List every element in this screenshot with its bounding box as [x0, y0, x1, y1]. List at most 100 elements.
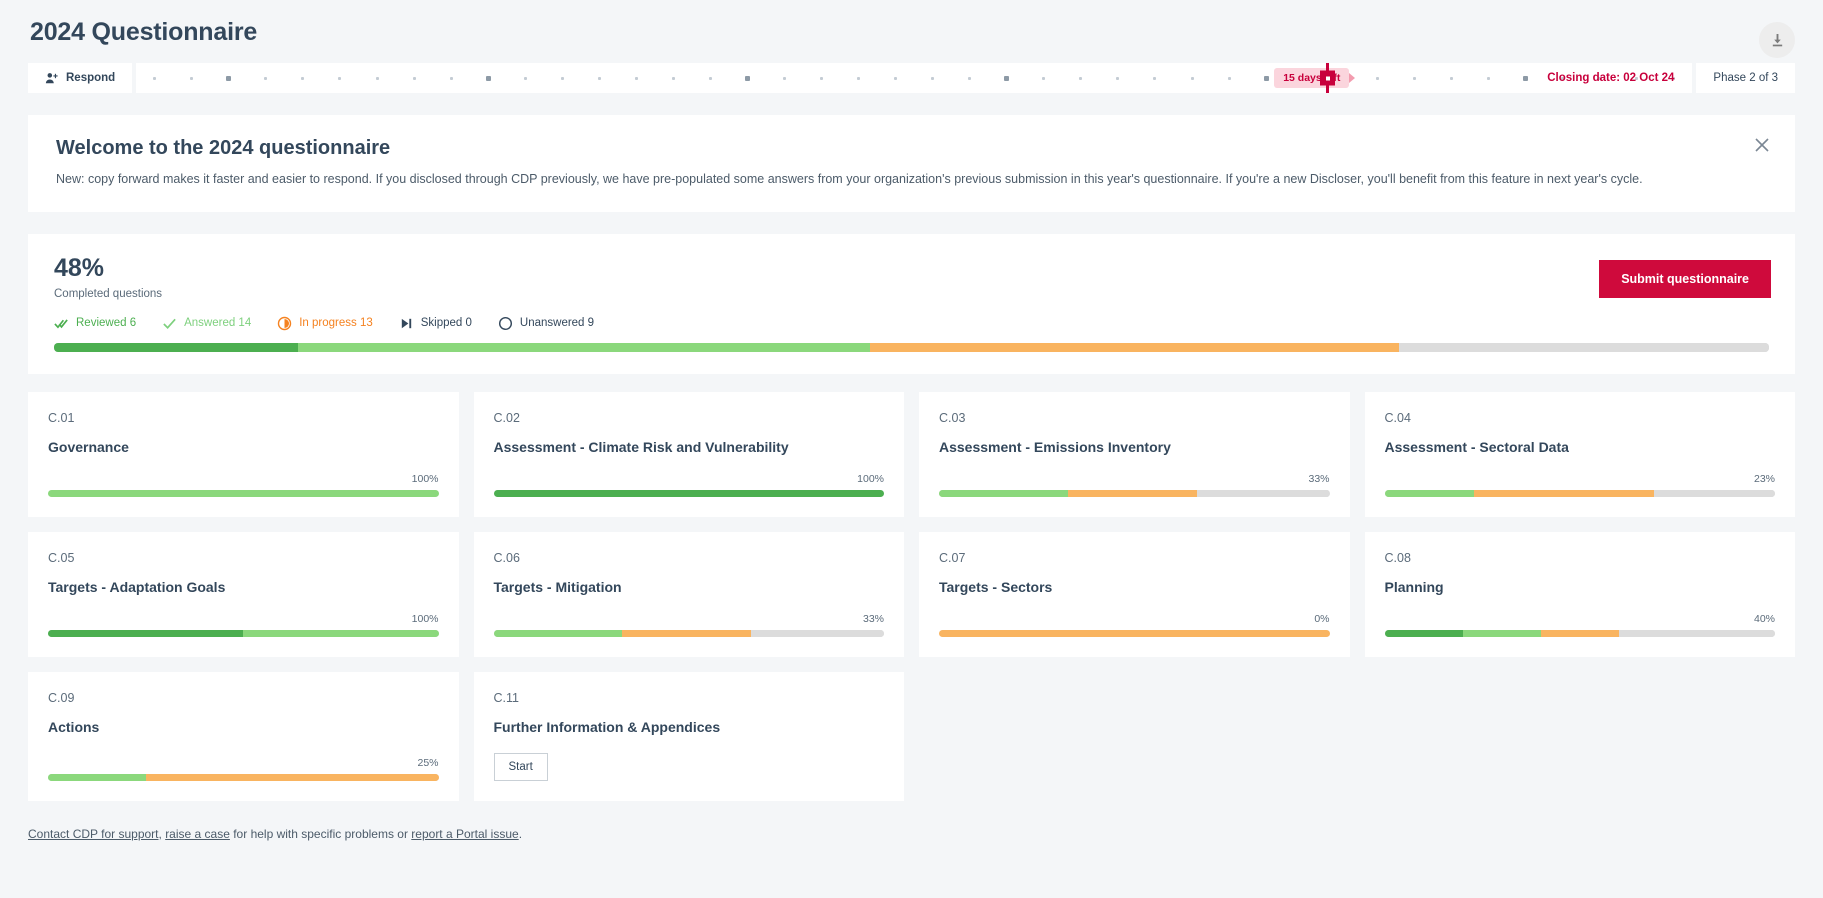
timeline-tick [1211, 76, 1248, 80]
timeline-milestone-icon [744, 75, 750, 81]
timeline-dot-icon [894, 76, 898, 80]
timeline-track[interactable]: 15 days left Closing date: 02 Oct 24 [136, 63, 1693, 93]
legend-item: Reviewed 6 [54, 316, 136, 331]
module-progress-segment [1474, 489, 1654, 497]
module-code: C.11 [493, 690, 519, 705]
module-progress-bar [48, 773, 439, 781]
legend-item: Answered 14 [162, 316, 251, 331]
module-title: Planning [1384, 578, 1444, 595]
legend-item: In progress 13 [277, 316, 373, 331]
timeline-dot-icon [153, 76, 157, 80]
respond-label: Respond [66, 72, 116, 84]
phase-label: Phase 2 of 3 [1713, 72, 1778, 84]
status-legend: Reviewed 6 Answered 14 In progress 13 Skipp… [54, 316, 1771, 331]
timeline-tick [321, 76, 358, 80]
module-progress-bar [493, 489, 884, 497]
timeline-tick [1396, 76, 1433, 80]
module-card-c05[interactable]: C.05 Targets - Adaptation Goals 100% [28, 531, 459, 657]
timeline-dot-icon [1449, 76, 1453, 80]
module-card-c02[interactable]: C.02 Assessment - Climate Risk and Vulner… [473, 391, 904, 517]
module-code: C.09 [48, 690, 75, 705]
module-card-c04[interactable]: C.04 Assessment - Sectoral Data 23% [1364, 391, 1795, 517]
start-button[interactable]: Start [493, 752, 548, 781]
submit-questionnaire-button[interactable]: Submit questionnaire [1599, 259, 1771, 298]
module-progress-segment [939, 489, 1068, 497]
legend-item-label: Skipped 0 [420, 317, 472, 330]
timeline-dot-icon [968, 76, 972, 80]
module-percent: 100% [411, 472, 439, 485]
module-card-c09[interactable]: C.09 Actions 25% [28, 671, 459, 801]
timeline-tick [1136, 76, 1173, 80]
respond-button[interactable]: Respond [28, 63, 133, 93]
legend-item-label: Reviewed 6 [76, 317, 137, 330]
timeline-tick [1099, 76, 1136, 80]
welcome-banner: Welcome to the 2024 questionnaire New: c… [28, 115, 1795, 212]
timeline-dot-icon [1486, 76, 1490, 80]
module-card-c08[interactable]: C.08 Planning 40% [1364, 531, 1795, 657]
timeline-tick [877, 76, 914, 80]
module-code: C.07 [939, 550, 966, 565]
legend-item: Unanswered 9 [498, 316, 594, 331]
module-card-c01[interactable]: C.01 Governance 100% [28, 391, 459, 517]
module-progress-segment [48, 629, 244, 637]
clock-icon [277, 316, 292, 331]
timeline-tick [470, 75, 507, 81]
module-card-c03[interactable]: C.03 Assessment - Emissions Inventory 33% [919, 391, 1350, 517]
report-portal-issue-link[interactable]: report a Portal issue [411, 827, 518, 841]
module-progress-segment [493, 629, 623, 637]
timeline-dot-icon [820, 76, 824, 80]
module-code: C.02 [493, 410, 520, 425]
module-card-c06[interactable]: C.06 Targets - Mitigation 33% [473, 531, 904, 657]
module-percent: 33% [862, 612, 884, 625]
module-title: Assessment - Emissions Inventory [939, 438, 1171, 455]
raise-a-case-link[interactable]: raise a case [165, 827, 230, 841]
module-progress-segment [1618, 629, 1775, 637]
legend-item-label: Unanswered 9 [519, 317, 595, 330]
timeline-dot-icon [634, 76, 638, 80]
timeline-tick [803, 76, 840, 80]
module-progress-bar [939, 489, 1330, 497]
module-progress-segment [1196, 489, 1330, 497]
timeline-tick [1507, 75, 1544, 81]
timeline-tick [840, 76, 877, 80]
timeline-tick [210, 75, 247, 81]
module-title: Assessment - Sectoral Data [1384, 438, 1569, 455]
module-card-c07[interactable]: C.07 Targets - Sectors 0% [919, 531, 1350, 657]
download-icon [1772, 33, 1782, 46]
progress-segment [870, 342, 1399, 352]
page-title: 2024 Questionnaire [30, 18, 258, 46]
module-code: C.04 [1384, 410, 1411, 425]
timeline-dot-icon [1079, 76, 1083, 80]
module-card-c11[interactable]: C.11 Further Information & Appendices Star… [473, 671, 904, 801]
timeline-tick [173, 76, 210, 80]
timeline-tick [1062, 76, 1099, 80]
module-progress-segment [1540, 629, 1619, 637]
footer-end: . [518, 826, 523, 841]
module-progress-segment [1067, 489, 1197, 497]
timeline-tick [1470, 76, 1507, 80]
module-progress-segment [1462, 629, 1541, 637]
module-progress-bar [493, 629, 884, 637]
timeline-dot-icon [1227, 76, 1231, 80]
module-code: C.05 [48, 550, 75, 565]
contact-support-link[interactable]: Contact CDP for support [28, 827, 159, 841]
module-progress-segment [243, 629, 439, 637]
module-progress-segment [622, 629, 752, 637]
timeline-dot-icon [412, 76, 416, 80]
timeline-tick [507, 76, 544, 80]
timeline-dot-icon [375, 76, 379, 80]
module-code: C.06 [493, 550, 520, 565]
timeline-dot-icon [708, 76, 712, 80]
close-banner-button[interactable] [1753, 137, 1771, 155]
double-check-icon [54, 316, 69, 331]
welcome-heading: Welcome to the 2024 questionnaire [56, 137, 391, 159]
legend-item-label: In progress 13 [299, 317, 373, 330]
module-progress-bar [48, 629, 439, 637]
download-icon-button[interactable] [1759, 22, 1795, 58]
timeline-milestone-icon [1263, 75, 1269, 81]
days-left-badge: 15 days left [1274, 68, 1350, 88]
footer: Contact CDP for support, raise a case fo… [28, 827, 1795, 841]
module-progress-segment [1384, 489, 1475, 497]
completion-percent: 48% [54, 253, 105, 282]
timeline-tick [766, 76, 803, 80]
